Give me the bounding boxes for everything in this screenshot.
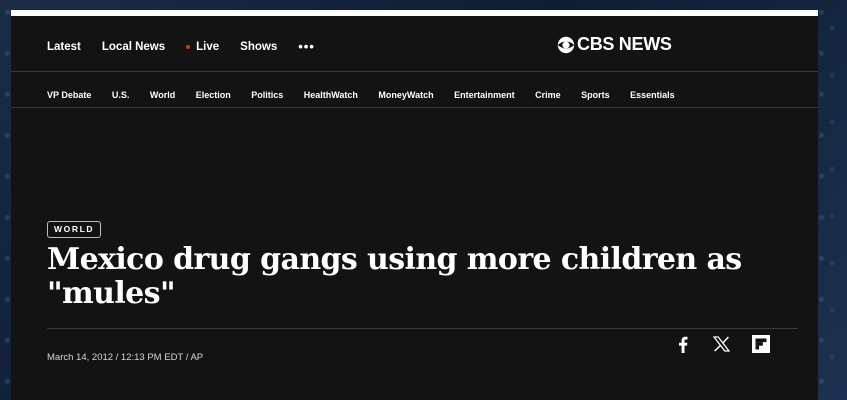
section-world[interactable]: World xyxy=(150,90,175,100)
section-crime[interactable]: Crime xyxy=(535,90,561,100)
article-headline: Mexico drug gangs using more children as… xyxy=(47,242,742,311)
nav-live-label: Live xyxy=(196,40,220,53)
facebook-icon[interactable] xyxy=(673,334,693,354)
nav-latest[interactable]: Latest xyxy=(47,41,81,53)
page-container: Latest Local News Live Shows ••• CBS NEW… xyxy=(11,10,818,400)
section-us[interactable]: U.S. xyxy=(112,90,130,100)
nav-shows[interactable]: Shows xyxy=(240,41,277,53)
nav-local-news[interactable]: Local News xyxy=(102,41,165,53)
section-politics[interactable]: Politics xyxy=(251,90,283,100)
section-nav: VP Debate U.S. World Election Politics H… xyxy=(47,90,695,100)
top-nav-links: Latest Local News Live Shows ••• xyxy=(47,39,315,54)
facebook-glyph xyxy=(679,336,688,353)
section-entertainment[interactable]: Entertainment xyxy=(454,90,515,100)
cbs-eye-icon xyxy=(557,36,575,53)
header-divider xyxy=(11,71,818,72)
x-icon[interactable] xyxy=(711,334,731,354)
section-essentials[interactable]: Essentials xyxy=(630,90,675,100)
top-nav: Latest Local News Live Shows ••• CBS NEW… xyxy=(11,16,818,71)
section-moneywatch[interactable]: MoneyWatch xyxy=(378,90,433,100)
section-vp-debate[interactable]: VP Debate xyxy=(47,90,91,100)
section-nav-divider xyxy=(11,107,818,108)
section-healthwatch[interactable]: HealthWatch xyxy=(304,90,358,100)
more-menu-icon[interactable]: ••• xyxy=(298,39,315,54)
live-dot-icon xyxy=(186,44,191,49)
logo-text: CBS NEWS xyxy=(577,34,672,54)
section-sports[interactable]: Sports xyxy=(581,90,610,100)
cbs-news-logo[interactable]: CBS NEWS xyxy=(557,34,672,55)
headline-divider xyxy=(47,328,798,329)
category-badge[interactable]: WORLD xyxy=(47,221,102,238)
flipboard-icon[interactable] xyxy=(751,334,771,354)
article-byline: March 14, 2012 / 12:13 PM EDT / AP xyxy=(47,352,204,363)
x-glyph xyxy=(712,336,730,352)
nav-live[interactable]: Live xyxy=(186,41,219,53)
flipboard-glyph xyxy=(752,335,770,353)
section-election[interactable]: Election xyxy=(196,90,231,100)
